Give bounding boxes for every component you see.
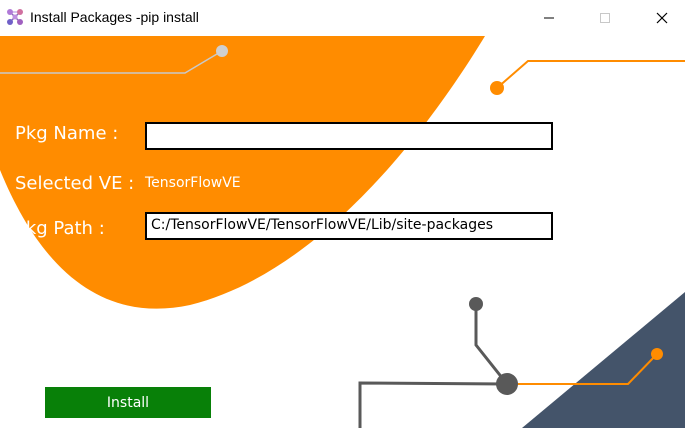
slate-shape (522, 292, 685, 428)
pkg-name-input[interactable] (145, 122, 553, 150)
circuit-node-dark-large (496, 373, 518, 395)
window-title: Install Packages -pip install (30, 9, 199, 25)
title-bar[interactable]: Install Packages -pip install (0, 0, 685, 36)
circuit-node-orange-bottom (651, 348, 663, 360)
close-button[interactable] (639, 0, 685, 36)
minimize-button[interactable] (526, 0, 572, 36)
circuit-node-gray (216, 45, 228, 57)
pkg-path-label: Pkg Path : (15, 218, 105, 239)
network-nodes-icon (6, 8, 24, 26)
circuit-node-orange (490, 81, 504, 95)
circuit-line-dark-left (358, 381, 508, 428)
selected-ve-value: TensorFlowVE (145, 175, 241, 191)
circuit-node-dark-top (469, 297, 483, 311)
circuit-line-dark-vertical (474, 304, 509, 385)
install-button[interactable]: Install (45, 387, 211, 418)
circuit-line-orange-top (496, 60, 685, 89)
maximize-icon (600, 13, 610, 23)
selected-ve-label: Selected VE : (15, 173, 135, 194)
pkg-path-input[interactable]: C:/TensorFlowVE/TensorFlowVE/Lib/site-pa… (145, 212, 553, 240)
pkg-name-label: Pkg Name : (15, 123, 119, 144)
close-icon (656, 12, 668, 24)
maximize-button[interactable] (582, 0, 628, 36)
minimize-icon (544, 17, 554, 19)
